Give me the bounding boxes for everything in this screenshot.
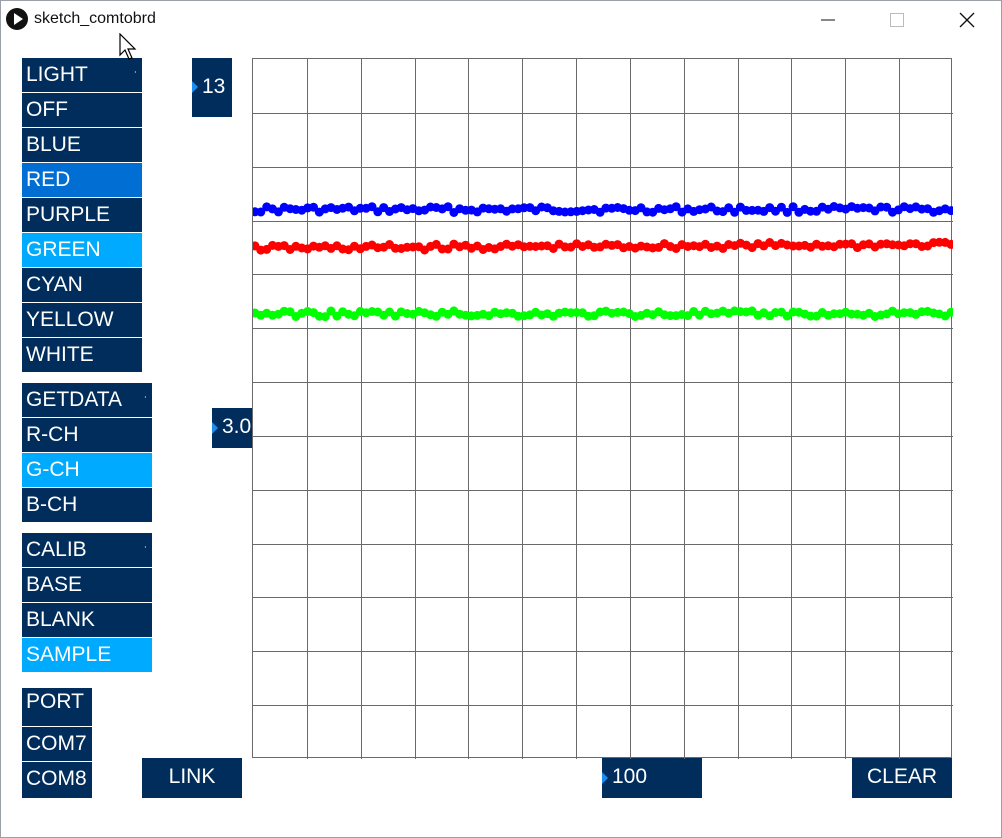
maximize-icon <box>890 13 904 27</box>
light-item-cyan[interactable]: CYAN <box>22 268 142 302</box>
link-button[interactable]: LINK <box>142 758 242 798</box>
chevron-down-icon: ˙ <box>144 544 148 558</box>
getdata-item-g-ch[interactable]: G-CH <box>22 453 152 487</box>
light-item-off[interactable]: OFF <box>22 93 142 127</box>
plot-area <box>252 58 953 759</box>
bottom-number-value: 100 <box>612 765 648 788</box>
clear-button[interactable]: CLEAR <box>852 758 952 798</box>
light-item-red[interactable]: RED <box>22 163 142 197</box>
getdata-menu-label: GETDATA <box>26 388 123 411</box>
mid-number-value: 3.0 <box>222 415 252 438</box>
top-number-value: 13 <box>202 75 226 98</box>
arrow-right-icon <box>602 772 608 784</box>
mouse-cursor-icon <box>119 33 137 60</box>
mid-number-box[interactable]: 3.0 <box>212 408 252 448</box>
window-title: sketch_comtobrd <box>34 10 156 27</box>
play-icon <box>6 8 28 30</box>
arrow-right-icon <box>212 422 218 434</box>
getdata-menu-header[interactable]: GETDATA ˙ <box>22 383 152 417</box>
data-series <box>253 237 953 255</box>
chevron-down-icon: ˙ <box>144 394 148 408</box>
getdata-item-b-ch[interactable]: B-CH <box>22 488 152 522</box>
light-item-yellow[interactable]: YELLOW <box>22 303 142 337</box>
calib-item-sample[interactable]: SAMPLE <box>22 638 152 672</box>
light-item-blue[interactable]: BLUE <box>22 128 142 162</box>
light-menu-header[interactable]: LIGHT ˙ <box>22 58 142 92</box>
calib-menu-header[interactable]: CALIB ˙ <box>22 533 152 567</box>
data-series <box>253 306 953 322</box>
scatter-chart <box>253 59 953 759</box>
close-button[interactable] <box>944 1 990 39</box>
data-series <box>253 202 953 217</box>
app-window: sketch_comtobrd LIGHT ˙ OFF BLUE RED PUR… <box>0 0 1002 838</box>
port-item-com8[interactable]: COM8 <box>22 762 92 798</box>
getdata-item-r-ch[interactable]: R-CH <box>22 418 152 452</box>
title-bar: sketch_comtobrd <box>1 1 1001 39</box>
light-item-white[interactable]: WHITE <box>22 338 142 372</box>
port-menu-header[interactable]: PORT <box>22 688 92 726</box>
minimize-button[interactable] <box>805 1 851 39</box>
arrow-right-icon <box>192 81 198 93</box>
minimize-icon <box>821 19 835 21</box>
port-item-com7[interactable]: COM7 <box>22 727 92 761</box>
light-item-green[interactable]: GREEN <box>22 233 142 267</box>
maximize-button[interactable] <box>874 1 920 39</box>
calib-menu-label: CALIB <box>26 538 87 561</box>
close-icon <box>959 12 975 28</box>
chevron-down-icon: ˙ <box>134 69 138 83</box>
bottom-number-box[interactable]: 100 <box>602 758 702 798</box>
top-number-box[interactable]: 13 <box>192 58 232 117</box>
calib-item-blank[interactable]: BLANK <box>22 603 152 637</box>
calib-item-base[interactable]: BASE <box>22 568 152 602</box>
light-item-purple[interactable]: PURPLE <box>22 198 142 232</box>
light-menu-label: LIGHT <box>26 63 88 86</box>
